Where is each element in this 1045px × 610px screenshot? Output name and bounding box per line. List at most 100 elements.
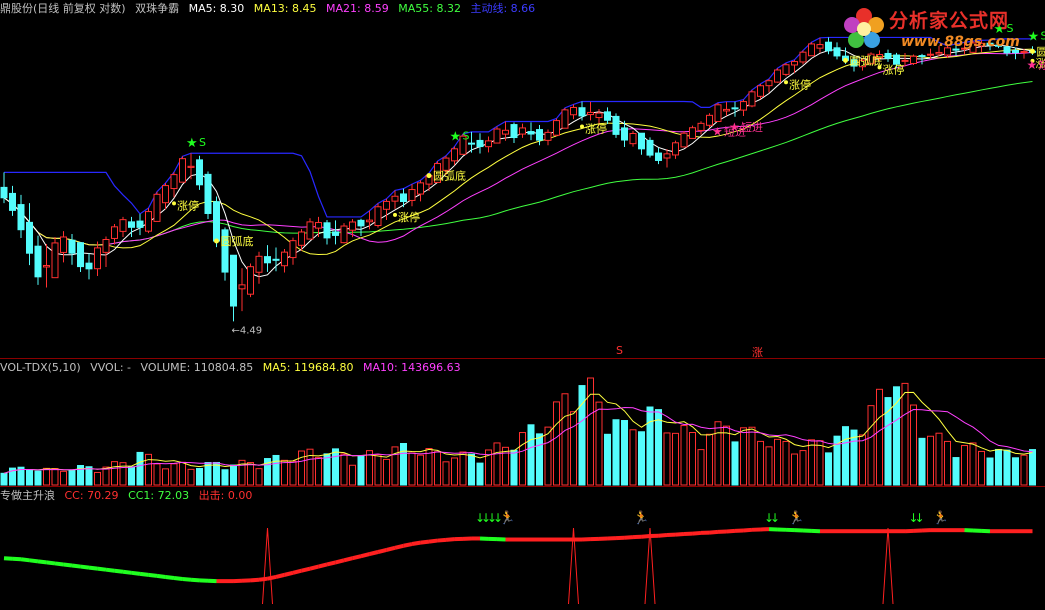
volume-bar xyxy=(749,427,755,485)
candle-body xyxy=(324,223,330,238)
candle-body xyxy=(911,56,917,63)
volume-bar xyxy=(758,441,764,485)
candle-body xyxy=(299,232,305,245)
ma55-label: MA55: 8.32 xyxy=(398,2,461,15)
candle-body xyxy=(418,183,424,194)
runner-icon: 🏃 xyxy=(633,510,649,526)
arc-bottom-dot xyxy=(843,58,848,63)
out-label: 出击: 0.00 xyxy=(199,489,253,502)
volume-bar xyxy=(783,441,789,485)
ma21-label: MA21: 8.59 xyxy=(326,2,389,15)
candle-body xyxy=(282,252,288,266)
volume-bar xyxy=(307,449,313,485)
candle-body xyxy=(188,166,194,167)
down-arrow-icon: ↓ xyxy=(770,511,780,525)
volume-bar xyxy=(282,460,288,485)
cc-segment xyxy=(353,556,362,558)
candle-body xyxy=(341,226,347,243)
volume-bar xyxy=(851,430,857,485)
volume-bar xyxy=(384,459,390,485)
volume-bar xyxy=(894,387,900,485)
candle-body xyxy=(69,240,75,253)
cc-segment xyxy=(132,573,141,574)
volume-bar xyxy=(545,427,551,485)
candle-body xyxy=(783,65,789,75)
limit-up-label: 涨停 xyxy=(789,77,811,91)
ma5-line xyxy=(4,45,1033,277)
volume-bar xyxy=(443,462,449,485)
candle-body xyxy=(758,86,764,97)
volume-bar xyxy=(341,454,347,485)
chart-canvas[interactable]: ←4.49涨停圆弧底★S涨停圆弧底★S涨停★短进★短进涨停圆弧底涨停★S★S涨停… xyxy=(0,0,1045,607)
separator-marker-s: S xyxy=(616,344,623,357)
osc-panel-header: 专做主升浪 CC: 70.29 CC1: 72.03 出击: 0.00 xyxy=(0,489,258,503)
candle-body xyxy=(231,255,237,306)
main-line-label: 主动线: 8.66 xyxy=(470,2,535,15)
cc-segment xyxy=(30,560,39,561)
cc-segment xyxy=(336,560,345,562)
volume-bar xyxy=(639,432,645,485)
cc-segment xyxy=(123,572,132,573)
cc-segment xyxy=(157,576,166,577)
candle-body xyxy=(239,285,245,289)
chart-stage[interactable]: ←4.49涨停圆弧底★S涨停圆弧底★S涨停★短进★短进涨停圆弧底涨停★S★S涨停… xyxy=(0,0,1045,607)
cc-segment xyxy=(174,578,183,579)
candle-body xyxy=(273,259,279,260)
volume-bar xyxy=(996,449,1002,485)
cc-segment xyxy=(310,567,319,569)
candle-body xyxy=(1,187,7,197)
volume-bar xyxy=(715,422,721,485)
volume-bar xyxy=(401,444,407,485)
volume-bar xyxy=(987,458,993,485)
indicator-name: 双珠争霸 xyxy=(135,2,179,15)
volume-bar xyxy=(919,438,925,485)
volume-bar xyxy=(273,455,279,485)
candle-body xyxy=(477,140,483,146)
volume-bar xyxy=(554,402,560,485)
candle-body xyxy=(44,265,50,266)
volume-bar xyxy=(775,439,781,485)
candle-body xyxy=(715,105,721,122)
volume-bar xyxy=(511,450,517,485)
candle-body xyxy=(154,194,160,221)
cc-segment xyxy=(727,531,736,532)
stock-title: 鼎股份(日线 前复权 对数) xyxy=(0,2,126,15)
volume-bar xyxy=(137,452,143,485)
volume-bar xyxy=(299,451,305,485)
cc-segment xyxy=(361,554,370,556)
candle-body xyxy=(817,45,823,49)
logo-title: 分析家公式网 xyxy=(889,6,1009,33)
cc-segment xyxy=(251,580,260,581)
candle-body xyxy=(571,107,577,114)
candle-body xyxy=(766,81,772,86)
volume-bar xyxy=(673,433,679,485)
cc-segment xyxy=(98,569,107,570)
volume-bar xyxy=(928,436,934,485)
star-signal-label: S xyxy=(463,130,470,143)
volume-bar xyxy=(826,453,832,485)
volume-bar xyxy=(537,434,543,485)
candle-body xyxy=(698,123,704,130)
volume-bar xyxy=(911,405,917,485)
cc-label: CC: 70.29 xyxy=(65,489,119,502)
volume-bar xyxy=(52,469,58,485)
candle-body xyxy=(681,133,687,147)
separator-marker-zhang: 涨 xyxy=(752,344,763,360)
cc-segment xyxy=(268,577,277,579)
separator-volume-osc xyxy=(0,486,1045,487)
volume-bar xyxy=(596,402,602,485)
candle-body xyxy=(350,222,356,230)
candle-body xyxy=(622,128,628,140)
volume-bar xyxy=(741,428,747,485)
limit-up-dot xyxy=(393,213,397,217)
volume-bar xyxy=(452,458,458,485)
candle-body xyxy=(511,125,517,138)
volume-bar xyxy=(902,383,908,485)
volume-bar xyxy=(809,440,815,485)
short-entry-label: 短进 xyxy=(1039,58,1045,72)
candle-body xyxy=(528,132,534,134)
candle-body xyxy=(664,154,670,158)
cc-segment xyxy=(319,564,328,566)
ma5-label: MA5: 8.30 xyxy=(189,2,245,15)
cc-segment xyxy=(625,537,634,538)
